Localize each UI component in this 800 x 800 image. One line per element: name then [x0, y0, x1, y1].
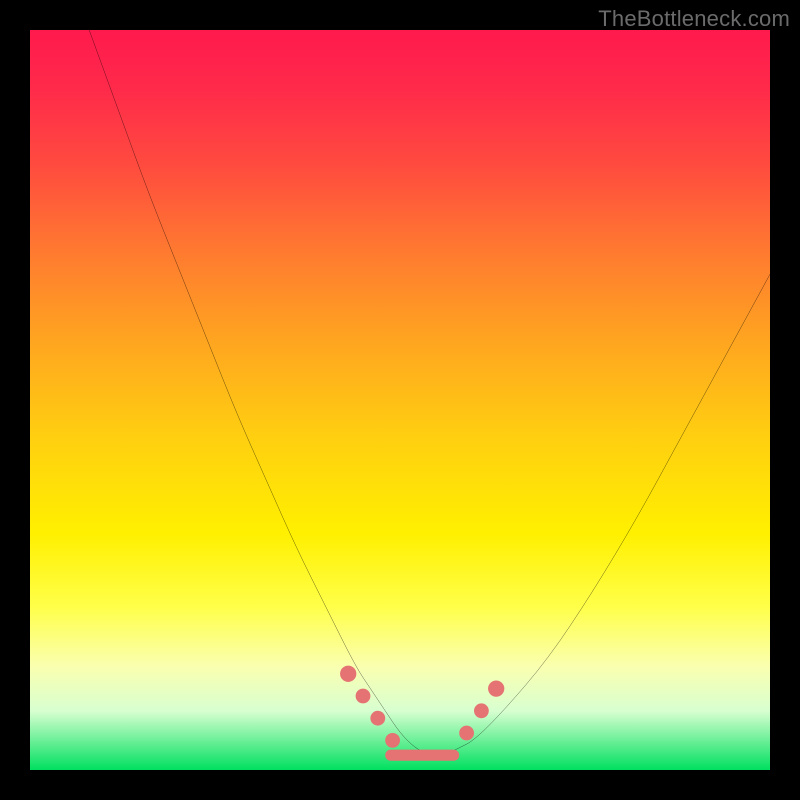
left-dot-4 [385, 733, 400, 748]
plot-area [30, 30, 770, 770]
chart-svg [30, 30, 770, 770]
left-dot-1 [340, 666, 356, 682]
left-dot-2 [356, 689, 371, 704]
right-dot-1 [459, 726, 474, 741]
right-dot-2 [474, 703, 489, 718]
watermark-text: TheBottleneck.com [598, 6, 790, 32]
left-dot-3 [370, 711, 385, 726]
chart-frame: TheBottleneck.com [0, 0, 800, 800]
bottleneck-curve [89, 30, 770, 755]
right-dot-3 [488, 680, 504, 696]
flat-bar [385, 750, 459, 761]
